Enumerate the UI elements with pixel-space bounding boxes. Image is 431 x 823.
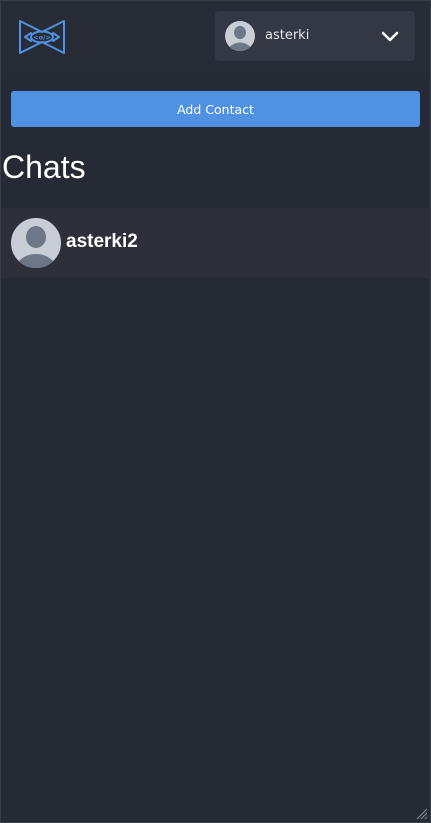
- user-avatar-icon: [225, 21, 255, 51]
- resize-grip-icon[interactable]: [416, 808, 428, 820]
- user-avatar-icon: [11, 218, 61, 268]
- add-contact-button[interactable]: Add Contact: [11, 91, 420, 127]
- svg-text:<o/>: <o/>: [33, 34, 51, 42]
- app-window: <o/> asterki Add Contact Chats asterki2: [0, 0, 431, 823]
- chats-heading: Chats: [2, 149, 86, 185]
- chevron-down-icon: [381, 31, 399, 42]
- top-bar: <o/> asterki: [1, 1, 430, 73]
- chat-list: asterki2: [1, 208, 430, 278]
- handshake-logo-icon[interactable]: <o/>: [18, 19, 66, 55]
- user-menu-dropdown[interactable]: asterki: [215, 11, 415, 61]
- chat-contact-name: asterki2: [66, 231, 138, 252]
- chat-list-item[interactable]: asterki2: [1, 208, 430, 278]
- current-username: asterki: [265, 28, 310, 43]
